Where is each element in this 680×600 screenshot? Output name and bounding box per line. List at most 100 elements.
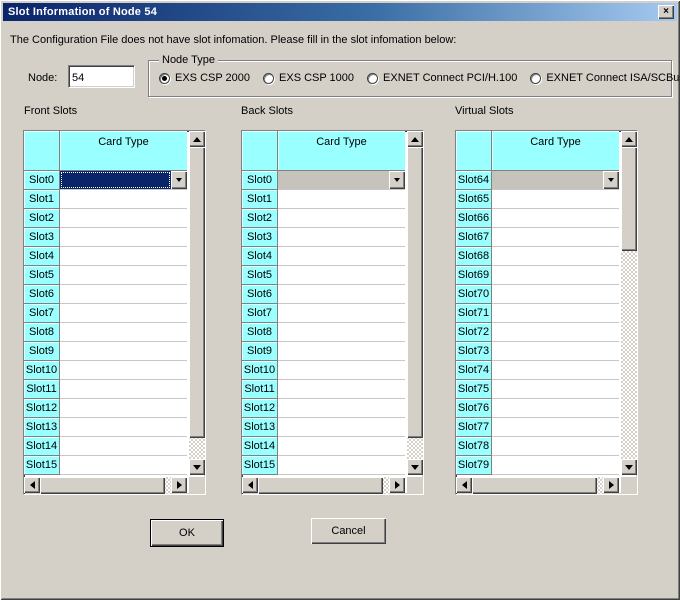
card-type-cell[interactable] (60, 380, 187, 399)
vertical-scroll-track[interactable] (621, 147, 637, 459)
ok-button[interactable]: OK (150, 519, 224, 547)
ok-button-label: OK (179, 527, 195, 539)
card-type-cell[interactable] (492, 399, 619, 418)
card-type-cell[interactable] (60, 247, 187, 266)
card-type-cell[interactable] (278, 190, 405, 209)
card-type-cell[interactable] (278, 247, 405, 266)
card-type-cell[interactable] (278, 209, 405, 228)
slot-row: Slot13 (24, 418, 187, 437)
card-type-cell[interactable] (278, 228, 405, 247)
card-type-cell[interactable] (278, 323, 405, 342)
card-type-cell[interactable] (278, 361, 405, 380)
card-type-cell[interactable] (60, 399, 187, 418)
vertical-scrollbar[interactable] (621, 131, 637, 475)
horizontal-scroll-track[interactable] (40, 477, 171, 494)
card-type-cell[interactable] (492, 171, 619, 190)
card-type-cell[interactable] (278, 399, 405, 418)
card-type-cell[interactable] (492, 247, 619, 266)
card-type-cell[interactable] (60, 456, 187, 475)
card-type-cell[interactable] (492, 209, 619, 228)
scroll-right-button[interactable] (603, 477, 619, 493)
card-type-cell[interactable] (60, 361, 187, 380)
card-type-cell[interactable] (492, 285, 619, 304)
title-bar[interactable]: Slot Information of Node 54 × (3, 3, 677, 21)
radio-exs-csp-1000[interactable]: EXS CSP 1000 (263, 72, 354, 84)
card-type-cell[interactable] (492, 323, 619, 342)
scroll-left-button[interactable] (242, 477, 258, 493)
horizontal-scrollbar[interactable] (456, 477, 619, 494)
card-type-cell[interactable] (278, 380, 405, 399)
scroll-up-button[interactable] (407, 131, 423, 147)
card-type-combobox[interactable] (278, 171, 389, 189)
radio-button-icon[interactable] (367, 73, 378, 84)
card-type-cell[interactable] (278, 342, 405, 361)
card-type-cell[interactable] (492, 380, 619, 399)
dropdown-button[interactable] (171, 171, 187, 189)
scroll-up-button[interactable] (189, 131, 205, 147)
card-type-cell[interactable] (60, 437, 187, 456)
card-type-combobox[interactable] (492, 171, 603, 189)
horizontal-scroll-thumb[interactable] (40, 477, 165, 494)
card-type-cell[interactable] (60, 228, 187, 247)
horizontal-scroll-thumb[interactable] (472, 477, 597, 494)
scroll-up-button[interactable] (621, 131, 637, 147)
dropdown-button[interactable] (389, 171, 405, 189)
card-type-cell[interactable] (278, 456, 405, 475)
card-type-cell[interactable] (492, 190, 619, 209)
vertical-scrollbar[interactable] (407, 131, 423, 475)
vertical-scrollbar[interactable] (189, 131, 205, 475)
card-type-cell[interactable] (60, 190, 187, 209)
card-type-cell[interactable] (60, 171, 187, 190)
scroll-down-button[interactable] (407, 459, 423, 475)
card-type-cell[interactable] (60, 323, 187, 342)
radio-exnet-connect-isa[interactable]: EXNET Connect ISA/SCBus (530, 72, 680, 84)
cancel-button[interactable]: Cancel (311, 518, 386, 544)
radio-button-icon[interactable] (263, 73, 274, 84)
card-type-cell[interactable] (278, 437, 405, 456)
horizontal-scroll-track[interactable] (472, 477, 603, 494)
node-input[interactable] (68, 65, 135, 88)
card-type-cell[interactable] (492, 437, 619, 456)
vertical-scroll-thumb[interactable] (407, 147, 423, 438)
card-type-cell[interactable] (60, 418, 187, 437)
card-type-cell[interactable] (60, 266, 187, 285)
horizontal-scrollbar[interactable] (24, 477, 187, 494)
horizontal-scroll-thumb[interactable] (258, 477, 383, 494)
scroll-left-button[interactable] (24, 477, 40, 493)
card-type-cell[interactable] (278, 266, 405, 285)
card-type-cell[interactable] (492, 361, 619, 380)
card-type-cell[interactable] (60, 304, 187, 323)
radio-exnet-connect-pci[interactable]: EXNET Connect PCI/H.100 (367, 72, 517, 84)
card-type-cell[interactable] (278, 171, 405, 190)
vertical-scroll-track[interactable] (407, 147, 423, 459)
dropdown-button[interactable] (603, 171, 619, 189)
card-type-cell[interactable] (492, 266, 619, 285)
card-type-cell[interactable] (278, 304, 405, 323)
card-type-cell[interactable] (278, 285, 405, 304)
radio-button-icon[interactable] (530, 73, 541, 84)
scroll-left-icon (248, 481, 253, 489)
card-type-combobox[interactable] (60, 171, 171, 189)
vertical-scroll-track[interactable] (189, 147, 205, 459)
scroll-left-button[interactable] (456, 477, 472, 493)
card-type-cell[interactable] (60, 285, 187, 304)
card-type-cell[interactable] (60, 209, 187, 228)
radio-button-icon[interactable] (159, 73, 170, 84)
scroll-right-button[interactable] (171, 477, 187, 493)
card-type-cell[interactable] (492, 456, 619, 475)
card-type-cell[interactable] (278, 418, 405, 437)
card-type-cell[interactable] (492, 228, 619, 247)
horizontal-scroll-track[interactable] (258, 477, 389, 494)
card-type-cell[interactable] (60, 342, 187, 361)
scroll-down-button[interactable] (189, 459, 205, 475)
card-type-cell[interactable] (492, 418, 619, 437)
horizontal-scrollbar[interactable] (242, 477, 405, 494)
scroll-right-button[interactable] (389, 477, 405, 493)
card-type-cell[interactable] (492, 342, 619, 361)
vertical-scroll-thumb[interactable] (621, 147, 637, 251)
vertical-scroll-thumb[interactable] (189, 147, 205, 438)
radio-exs-csp-2000[interactable]: EXS CSP 2000 (159, 72, 250, 84)
card-type-cell[interactable] (492, 304, 619, 323)
scroll-down-button[interactable] (621, 459, 637, 475)
close-button[interactable]: × (658, 5, 674, 19)
